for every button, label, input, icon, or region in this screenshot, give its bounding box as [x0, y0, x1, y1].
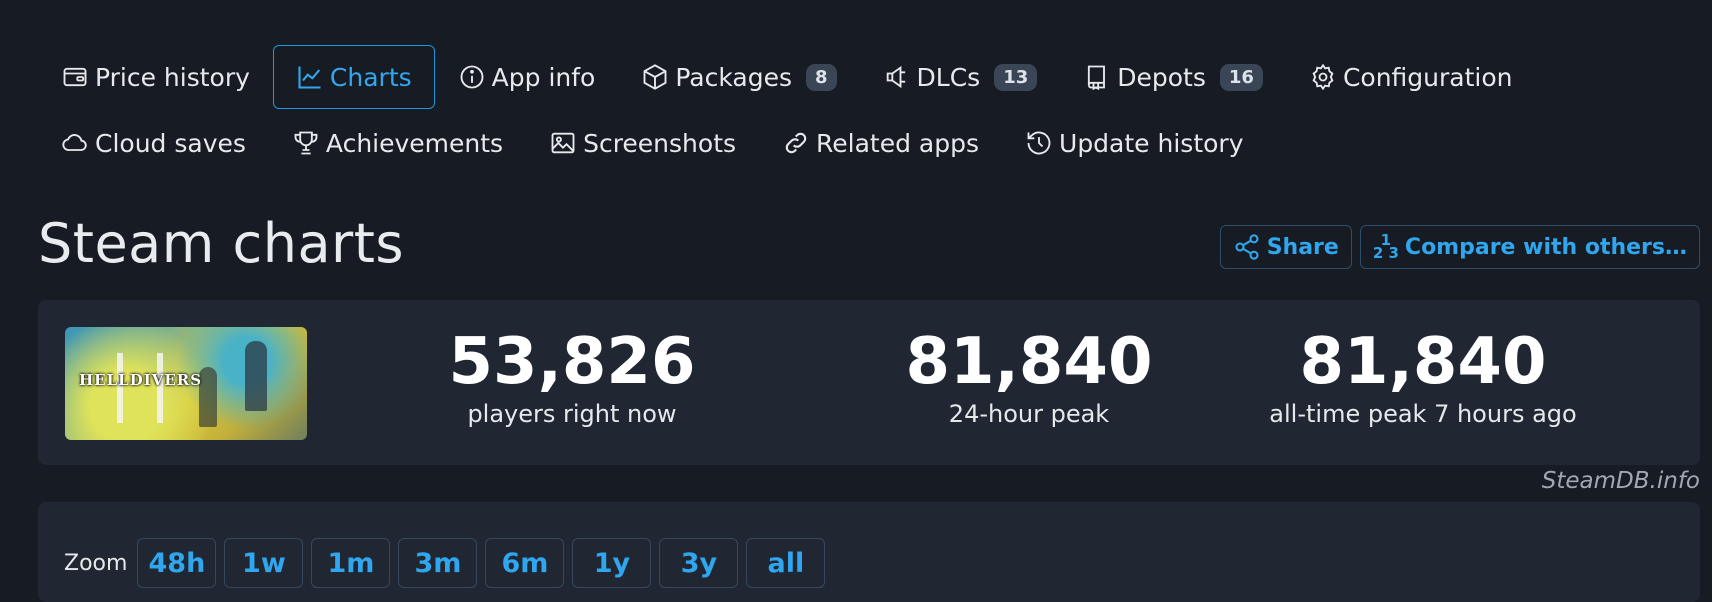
- player-stats-panel: HELLDIVERS 53,826 players right now 81,8…: [38, 300, 1700, 465]
- history-icon: [1027, 131, 1051, 155]
- tab-label: Packages: [675, 62, 792, 92]
- zoom-3m-button[interactable]: 3m: [398, 538, 478, 588]
- chart-line-icon: [298, 66, 321, 89]
- nav-row-primary: Price history Charts App info Packages 8…: [38, 44, 1536, 110]
- fraction-bottom: 2 3: [1372, 244, 1399, 262]
- tab-screenshots[interactable]: Screenshots: [526, 111, 759, 175]
- tab-label: Screenshots: [583, 128, 737, 158]
- compare-button[interactable]: 1 2 3 Compare with others…: [1359, 225, 1700, 269]
- link-icon: [785, 132, 807, 154]
- zoom-controls: Zoom 48h 1w 1m 3m 6m 1y 3y all: [64, 538, 826, 588]
- page-title: Steam charts: [38, 212, 405, 275]
- tab-depots[interactable]: Depots 16: [1060, 45, 1286, 109]
- info-icon: [460, 65, 484, 89]
- package-icon: [643, 64, 667, 90]
- plug-icon: [886, 65, 905, 89]
- tab-label: Price history: [95, 62, 250, 92]
- share-icon: [1235, 234, 1259, 260]
- stat-current-players: 53,826 players right now: [397, 326, 747, 428]
- tab-achievements[interactable]: Achievements: [269, 111, 526, 175]
- tab-packages[interactable]: Packages 8: [618, 45, 859, 109]
- chart-panel: Zoom 48h 1w 1m 3m 6m 1y 3y all: [38, 502, 1700, 602]
- zoom-label: Zoom: [64, 550, 128, 576]
- tab-label: Achievements: [325, 128, 504, 158]
- figure-shape: [245, 341, 267, 411]
- tab-update-history[interactable]: Update history: [1002, 111, 1266, 175]
- zoom-1w-button[interactable]: 1w: [224, 538, 304, 588]
- compare-label: Compare with others…: [1404, 234, 1687, 260]
- stat-all-time-peak: 81,840 all-time peak 7 hours ago: [1198, 326, 1648, 428]
- stat-value: 81,840: [1299, 325, 1547, 399]
- count-badge: 8: [806, 63, 837, 91]
- zoom-6m-button[interactable]: 6m: [485, 538, 565, 588]
- tab-label: Depots: [1117, 62, 1206, 92]
- tab-cloud-saves[interactable]: Cloud saves: [38, 111, 269, 175]
- image-icon: [551, 132, 575, 154]
- stat-label: 24-hour peak: [948, 400, 1110, 428]
- stat-label: players right now: [467, 400, 677, 428]
- tab-charts[interactable]: Charts: [272, 45, 435, 109]
- fraction-icon: 1 2 3: [1372, 233, 1399, 262]
- nav-row-secondary: Cloud saves Achievements Screenshots Rel…: [38, 110, 1267, 176]
- tab-related-apps[interactable]: Related apps: [759, 111, 1002, 175]
- count-badge: 13: [994, 63, 1038, 91]
- tab-price-history[interactable]: Price history: [38, 45, 273, 109]
- game-logo-text: HELLDIVERS: [79, 371, 203, 389]
- zoom-1m-button[interactable]: 1m: [311, 538, 391, 588]
- tab-label: Update history: [1059, 128, 1244, 158]
- header-actions: Share 1 2 3 Compare with others…: [1219, 225, 1700, 269]
- tab-configuration[interactable]: Configuration: [1286, 45, 1536, 109]
- steamdb-credit: SteamDB.info: [1541, 468, 1700, 494]
- stat-label: all-time peak 7 hours ago: [1269, 400, 1577, 428]
- gear-icon: [1312, 63, 1334, 91]
- zoom-1y-button[interactable]: 1y: [572, 538, 652, 588]
- wallet-icon: [63, 67, 87, 87]
- count-badge: 16: [1219, 63, 1263, 91]
- trophy-icon: [294, 131, 318, 155]
- share-label: Share: [1266, 234, 1339, 260]
- tab-label: Configuration: [1342, 62, 1513, 92]
- zoom-48h-button[interactable]: 48h: [137, 538, 217, 588]
- tab-label: DLCs: [916, 62, 981, 92]
- tab-label: Related apps: [816, 128, 980, 158]
- stat-24h-peak: 81,840 24-hour peak: [854, 326, 1204, 428]
- stat-value: 53,826: [448, 325, 696, 399]
- tab-app-info[interactable]: App info: [435, 45, 619, 109]
- zoom-all-button[interactable]: all: [746, 538, 826, 588]
- game-header-image[interactable]: HELLDIVERS: [65, 327, 307, 440]
- zoom-3y-button[interactable]: 3y: [659, 538, 739, 588]
- cloud-icon: [62, 134, 87, 151]
- tab-label: Cloud saves: [95, 128, 246, 158]
- stat-value: 81,840: [905, 325, 1153, 399]
- book-icon: [1088, 65, 1106, 91]
- share-button[interactable]: Share: [1219, 225, 1352, 269]
- tab-dlcs[interactable]: DLCs 13: [860, 45, 1061, 109]
- tab-label: App info: [491, 62, 596, 92]
- tab-label: Charts: [329, 62, 412, 92]
